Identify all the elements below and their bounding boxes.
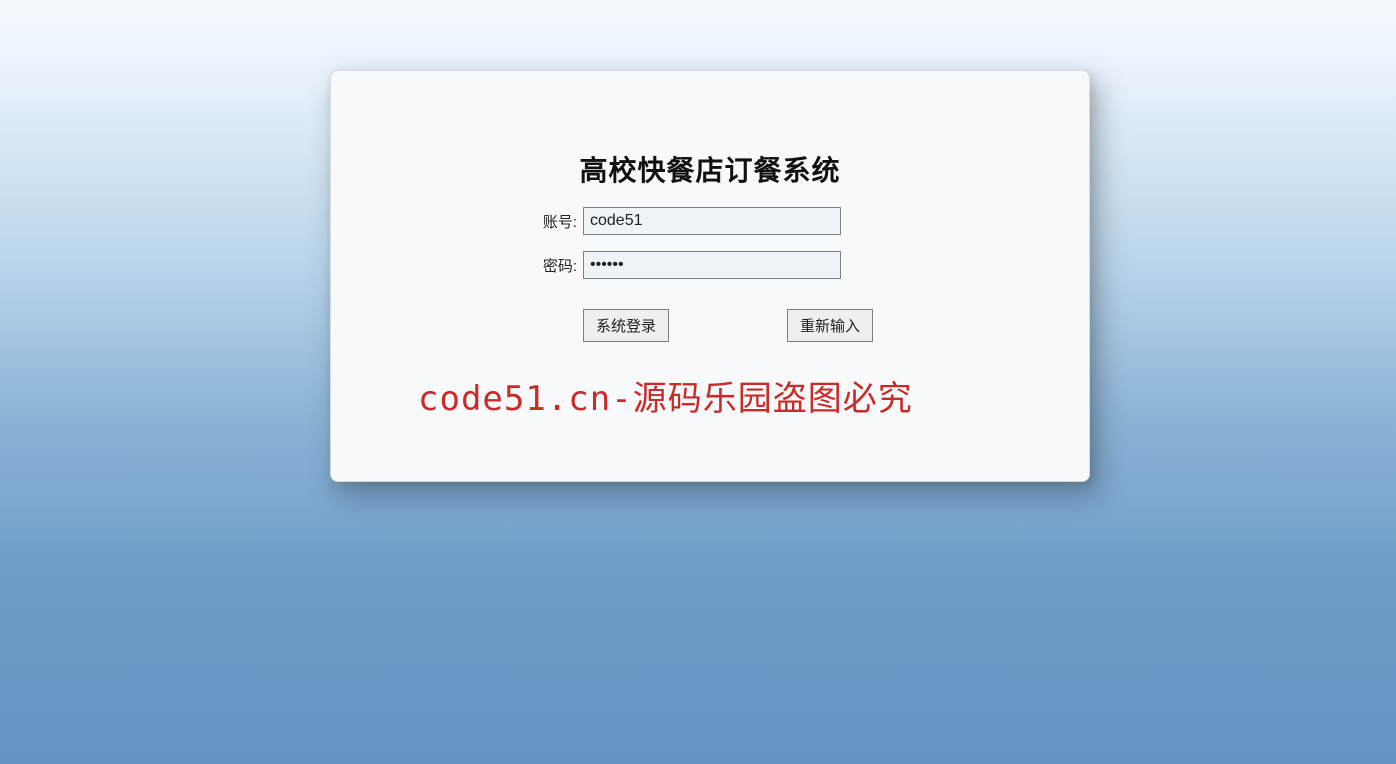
password-input[interactable] <box>583 251 841 279</box>
password-label: 密码: <box>535 255 577 276</box>
username-row: 账号: <box>331 207 1089 235</box>
username-input[interactable] <box>583 207 841 235</box>
login-panel: 高校快餐店订餐系统 账号: 密码: 系统登录 重新输入 code51.cn-源码… <box>330 70 1090 482</box>
login-form: 账号: 密码: 系统登录 重新输入 <box>331 207 1089 342</box>
password-row: 密码: <box>331 251 1089 279</box>
button-row: 系统登录 重新输入 <box>331 309 1089 342</box>
username-label: 账号: <box>535 211 577 232</box>
page-title: 高校快餐店订餐系统 <box>331 149 1089 189</box>
watermark-text: code51.cn-源码乐园盗图必究 <box>418 371 913 420</box>
reset-button[interactable]: 重新输入 <box>787 309 873 342</box>
login-button[interactable]: 系统登录 <box>583 309 669 342</box>
